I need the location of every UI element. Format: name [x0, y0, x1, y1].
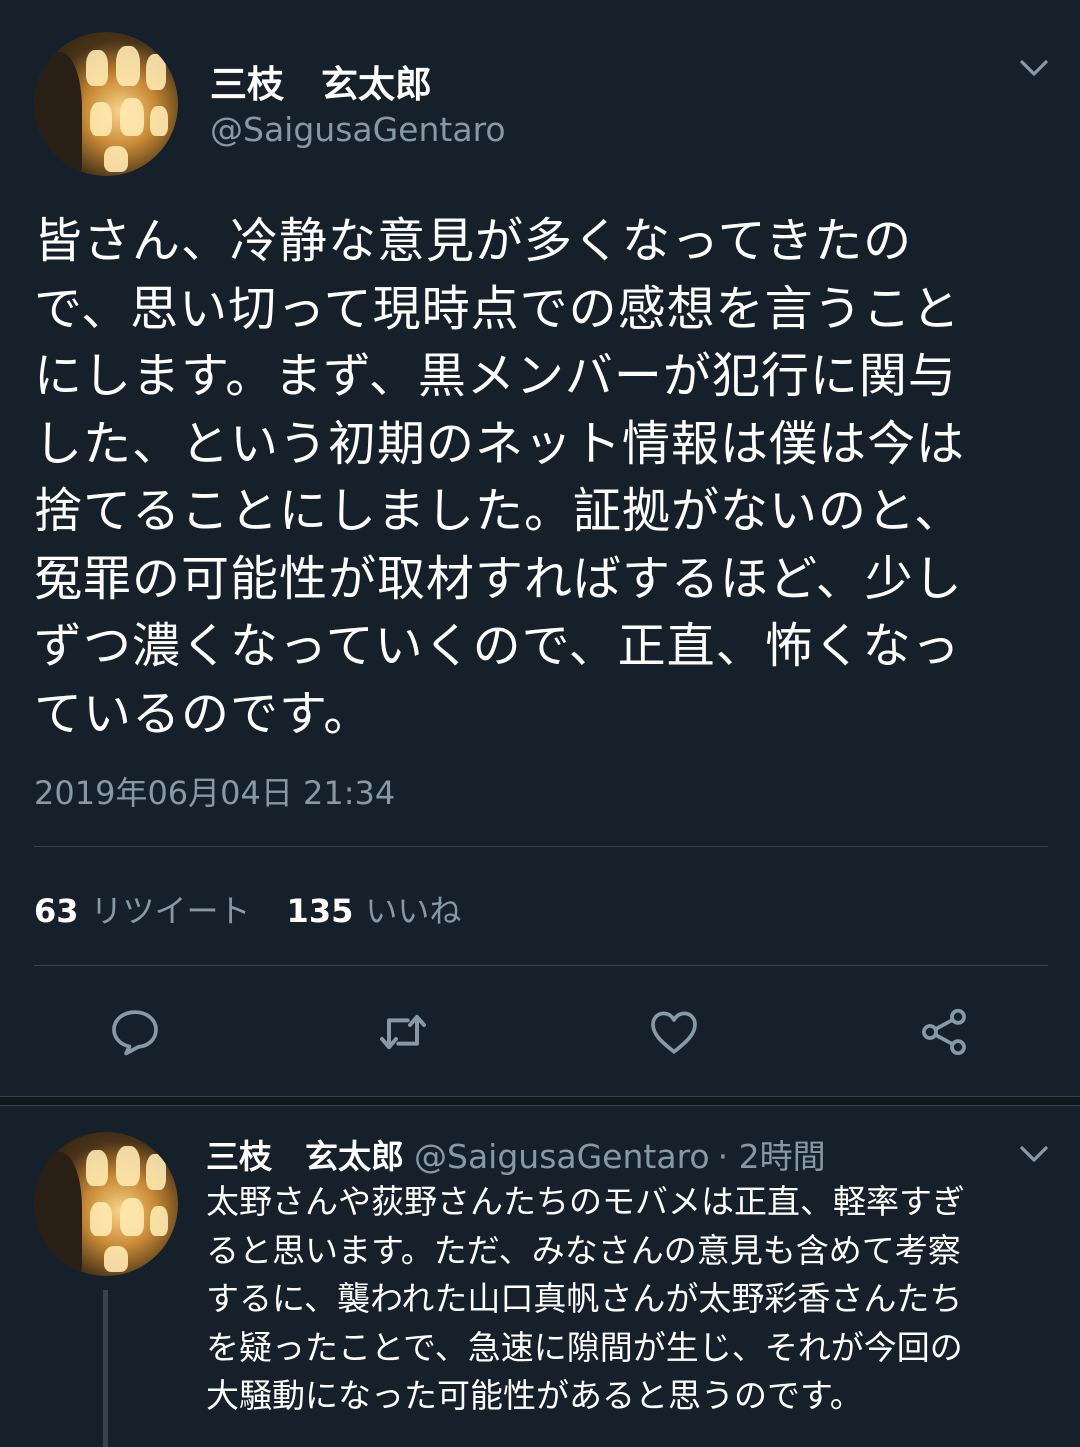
tweet-text-line: で、思い切って現時点での感想を言うこと	[34, 280, 961, 337]
tweet-timestamp: 2019年06月04日 21:34	[34, 774, 396, 812]
reply-icon[interactable]	[107, 1004, 163, 1060]
reply-header: 三枝 玄太郎 @SaigusaGentaro · 2時間	[206, 1130, 826, 1178]
reply-text-line: するに、襲われた山口真帆さんが太野彩香さんたち	[206, 1279, 963, 1318]
reply-text-line: を疑ったことで、急速に隙間が生じ、それが今回の	[206, 1327, 963, 1367]
chevron-down-icon[interactable]	[1016, 1136, 1052, 1172]
tweet-text-line: 冤罪の可能性が取材すればするほど、少し	[34, 550, 963, 607]
retweet-stat[interactable]: 63 リツイート	[34, 892, 251, 930]
tweet-text-line: ているのです。	[34, 685, 373, 742]
chevron-down-icon[interactable]	[1016, 50, 1052, 86]
tweet-text: 皆さん、冷静な意見が多くなってきたの で、思い切って現時点での感想を言うこと に…	[34, 208, 1044, 748]
divider	[34, 846, 1048, 847]
like-label: いいね	[365, 892, 462, 930]
main-tweet: 三枝 玄太郎 @SaigusaGentaro 皆さん、冷静な意見が多くなってきた…	[0, 0, 1080, 1096]
retweet-count: 63	[34, 892, 79, 930]
share-icon[interactable]	[916, 1004, 972, 1060]
author-avatar[interactable]	[34, 32, 178, 176]
tweet-text-line: した、という初期のネット情報は僕は今は	[34, 415, 966, 472]
tweet-text-line: ずつ濃くなっていくので、正直、怖くなっ	[34, 618, 961, 674]
reply-time: · 2時間	[717, 1137, 826, 1176]
retweet-label: リツイート	[90, 892, 251, 930]
tweet-text-line: 捨てることにしました。証拠がないのと、	[34, 483, 964, 539]
tweet-text-line: 皆さん、冷静な意見が多くなってきたの	[34, 213, 913, 269]
reply-author-handle[interactable]: @SaigusaGentaro	[414, 1137, 710, 1176]
like-icon[interactable]	[646, 1004, 702, 1060]
reply-text-line: ると思います。ただ、みなさんの意見も含めて考察	[206, 1230, 961, 1270]
author-handle[interactable]: @SaigusaGentaro	[210, 110, 506, 149]
reply-text: 太野さんや荻野さんたちのモバメは正直、軽率すぎ ると思います。ただ、みなさんの意…	[206, 1178, 1046, 1421]
reply-text-line: 大騒動になった可能性があると思うのです。	[206, 1376, 863, 1415]
author-name[interactable]: 三枝 玄太郎	[210, 54, 432, 108]
thread-line	[103, 1290, 108, 1447]
reply-text-line: 太野さんや荻野さんたちのモバメは正直、軽率すぎ	[206, 1182, 965, 1221]
reply-author-name[interactable]: 三枝 玄太郎	[206, 1137, 404, 1176]
tweet-stats: 63 リツイート 135 いいね	[34, 886, 461, 932]
tweet-text-line: にします。まず、黒メンバーが犯行に関与	[34, 348, 957, 404]
section-separator	[0, 1096, 1080, 1106]
retweet-icon[interactable]	[375, 1004, 431, 1060]
reply-author-avatar[interactable]	[34, 1132, 178, 1276]
like-stat[interactable]: 135 いいね	[287, 892, 462, 930]
divider	[34, 965, 1048, 966]
like-count: 135	[286, 892, 354, 930]
